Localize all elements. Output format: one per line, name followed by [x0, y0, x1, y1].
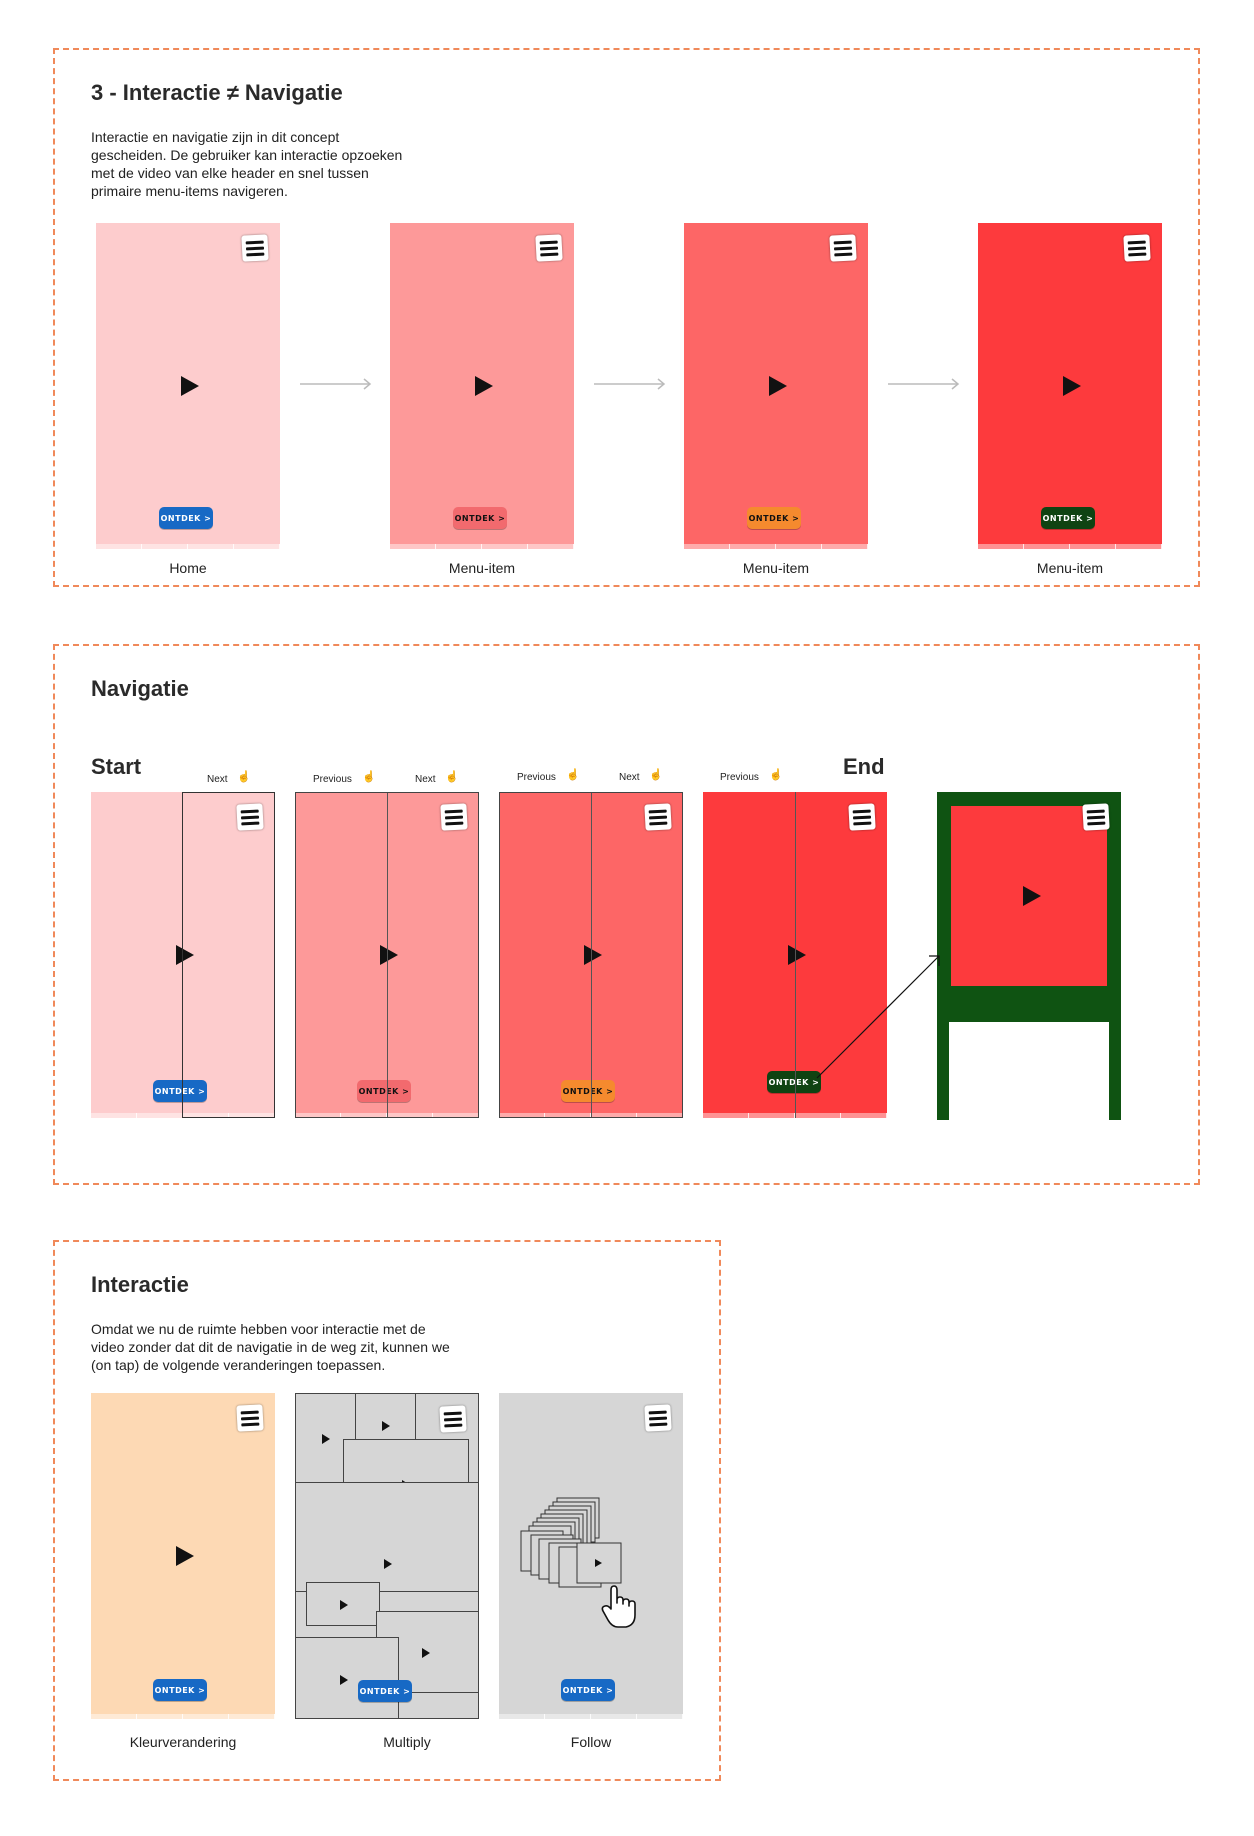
pointer-hand-icon: ☝ [237, 771, 251, 783]
play-icon[interactable] [382, 1421, 390, 1431]
phone-screen-multiply: ONTDEK > [295, 1393, 479, 1719]
pointer-hand-icon: ☝ [362, 771, 376, 783]
screen-caption: Menu-item [1036, 560, 1104, 576]
play-icon[interactable] [1063, 376, 1081, 396]
ontdek-button[interactable]: ONTDEK > [453, 507, 507, 529]
previous-label: Previous [313, 774, 352, 785]
ontdek-button[interactable]: ONTDEK > [358, 1680, 412, 1702]
ontdek-button[interactable]: ONTDEK > [159, 507, 213, 529]
section-title: Interactie [91, 1272, 189, 1297]
arrow-right-icon [300, 378, 372, 390]
hamburger-menu-icon[interactable] [848, 803, 876, 831]
start-label: Start [91, 754, 142, 779]
video-tile[interactable] [306, 1582, 380, 1626]
end-label: End [843, 754, 885, 779]
phone-screen-menu-item: ONTDEK > [684, 223, 868, 549]
screen-caption: Home [169, 560, 207, 576]
phone-screen-follow: ONTDEK > [499, 1393, 683, 1719]
phone-screen-menu-item: ONTDEK > [390, 223, 574, 549]
hamburger-menu-icon[interactable] [829, 234, 857, 262]
play-icon[interactable] [475, 376, 493, 396]
previous-label: Previous [517, 772, 556, 783]
tab-bar[interactable] [684, 544, 868, 549]
arrow-right-icon [888, 378, 960, 390]
tab-bar[interactable] [91, 1714, 275, 1719]
video-tile[interactable] [296, 1637, 399, 1718]
screen-caption: Menu-item [742, 560, 810, 576]
screen-caption: Multiply [383, 1734, 431, 1750]
hamburger-menu-icon[interactable] [236, 1404, 264, 1432]
play-icon[interactable] [769, 376, 787, 396]
section-interactie: Interactie Omdat we nu de ruimte hebben … [53, 1240, 721, 1781]
ontdek-button[interactable]: ONTDEK > [747, 507, 801, 529]
section-title: 3 - Interactie ≠ Navigatie [91, 80, 343, 105]
pointer-hand-icon: ☝ [649, 769, 663, 781]
play-icon[interactable] [340, 1600, 348, 1610]
video-tile[interactable] [296, 1482, 478, 1592]
video-player[interactable] [951, 806, 1107, 986]
hamburger-menu-icon[interactable] [1123, 234, 1151, 262]
section-interactie-navigatie: 3 - Interactie ≠ Navigatie Interactie en… [53, 48, 1200, 587]
ontdek-button[interactable]: ONTDEK > [1041, 507, 1095, 529]
play-icon[interactable] [422, 1648, 430, 1658]
next-label: Next [207, 774, 228, 785]
screen-outline [499, 792, 683, 1118]
ontdek-button[interactable]: ONTDEK > [767, 1071, 821, 1093]
screen-caption: Kleurverandering [129, 1734, 237, 1750]
phone-screen-home: ONTDEK > [96, 223, 280, 549]
play-icon[interactable] [176, 1546, 194, 1566]
section-description: Interactie en navigatie zijn in dit conc… [91, 129, 403, 199]
ontdek-button[interactable]: ONTDEK > [153, 1679, 207, 1701]
ontdek-button[interactable]: ONTDEK > [561, 1679, 615, 1701]
section-description: Omdat we nu de ruimte hebben voor intera… [91, 1321, 450, 1373]
play-icon[interactable] [340, 1675, 348, 1685]
end-screen-green [937, 792, 1121, 1120]
section-navigatie: Navigatie Start End Next ☝ Previous ☝ Ne… [53, 644, 1200, 1185]
pointer-hand-icon: ☝ [566, 769, 580, 781]
screen-caption: Follow [570, 1734, 612, 1750]
hamburger-menu-icon[interactable] [535, 234, 563, 262]
section-title: Navigatie [91, 676, 189, 701]
play-icon[interactable] [322, 1434, 330, 1444]
arrow-connector-icon [816, 955, 940, 1079]
pointer-hand-icon: ☝ [445, 771, 459, 783]
play-icon[interactable] [1023, 886, 1041, 906]
phone-screen-kleurverandering: ONTDEK > [91, 1393, 275, 1719]
previous-tap-divider [795, 792, 796, 1118]
tab-bar[interactable] [978, 544, 1162, 549]
play-icon[interactable] [384, 1559, 392, 1569]
pointer-hand-icon: ☝ [769, 769, 783, 781]
hamburger-menu-icon[interactable] [241, 234, 269, 262]
play-icon[interactable] [181, 376, 199, 396]
previous-label: Previous [720, 772, 759, 783]
phone-screen-menu-item: ONTDEK > [978, 223, 1162, 549]
arrow-right-icon [594, 378, 666, 390]
tab-bar[interactable] [499, 1714, 683, 1719]
screen-caption: Menu-item [448, 560, 516, 576]
pointer-hand-icon [601, 1585, 636, 1628]
content-area [949, 1022, 1109, 1120]
screen-outline [295, 792, 479, 1118]
tab-bar[interactable] [390, 544, 574, 549]
next-label: Next [619, 772, 640, 783]
tab-bar[interactable] [96, 544, 280, 549]
next-tap-zone[interactable] [182, 792, 275, 1118]
hamburger-menu-icon[interactable] [1082, 803, 1110, 831]
hamburger-menu-icon[interactable] [644, 1404, 672, 1432]
hamburger-menu-icon[interactable] [439, 1405, 467, 1433]
next-label: Next [415, 774, 436, 785]
play-icon[interactable] [788, 945, 806, 965]
